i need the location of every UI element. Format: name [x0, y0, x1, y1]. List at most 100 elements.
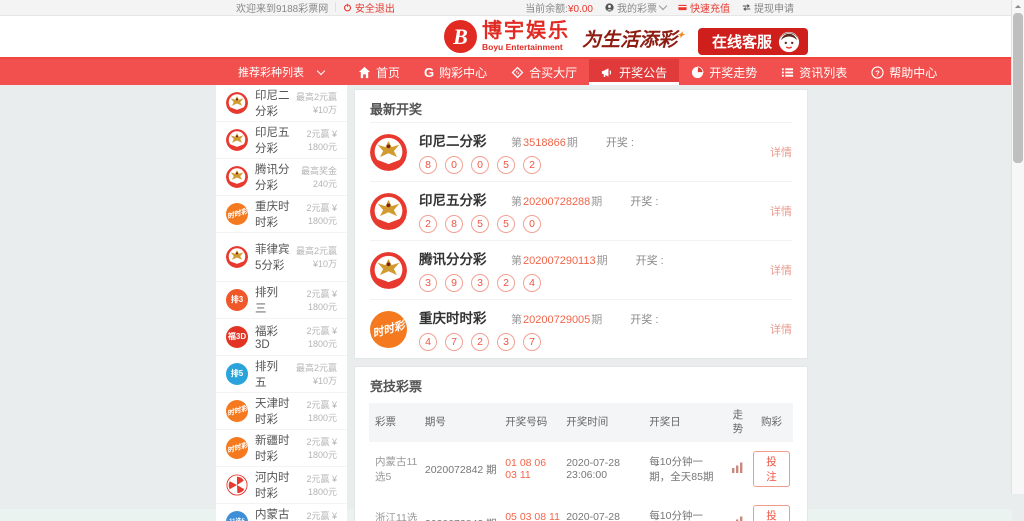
swap-arrows-icon	[742, 4, 751, 11]
logout-link[interactable]: 安全退出	[343, 0, 395, 15]
sidebar-item-xinjiang-ssc[interactable]: 时时彩 新疆时时彩 2元赢 ¥ 1800元	[216, 430, 347, 467]
customer-service-button[interactable]: 在线客服	[697, 28, 808, 55]
draw-balls: 3 9 3 2 4	[419, 274, 770, 292]
lottery-name: 河内时时彩	[255, 472, 290, 500]
detail-link[interactable]: 详情	[770, 321, 792, 337]
issue: 2020072842 期	[424, 463, 497, 476]
draw-balls: 2 8 5 5 0	[419, 215, 770, 233]
service-face-icon	[778, 31, 800, 52]
col-header: 期号	[421, 403, 503, 443]
issue-number: 202007290113	[523, 255, 596, 267]
lottery-name: 印尼二分彩	[255, 90, 290, 118]
lottery-list-dropdown[interactable]: 推荐彩种列表	[216, 59, 346, 85]
lottery-name: 内蒙古11选5	[255, 509, 290, 521]
table-row: 浙江11选5 2020072842 期 05 03 08 11 02 2020-…	[369, 496, 793, 521]
sports-table: 彩票 期号 开奖号码 开奖时间 开奖日 走势 购彩 内蒙古11选5 202007	[369, 403, 793, 521]
nav-item-draw-announcements[interactable]: 开奖公告	[589, 59, 680, 85]
trend-chart-icon[interactable]	[731, 462, 744, 474]
draw-balls: 8 0 0 5 2	[419, 156, 770, 174]
sports-lottery-panel: 竞技彩票 彩票 期号 开奖号码 开奖时间 开奖日 走势 购彩 内蒙古11选5 2…	[354, 366, 808, 521]
fucai3d-icon: 福3D	[226, 326, 248, 348]
nav-item-group-hall[interactable]: 合买大厅	[499, 59, 589, 85]
garuda-icon	[226, 92, 248, 114]
nav-item-news-list[interactable]: 资讯列表	[769, 59, 859, 85]
draw-name: 印尼二分彩	[419, 134, 487, 149]
brand-logo[interactable]: B 博宇娱乐 Boyu Entertainment 为生活添彩✦	[444, 20, 685, 53]
pie-chart-icon	[692, 66, 704, 78]
draw-numbers: 05 03 08 11 02	[505, 511, 560, 521]
ball: 8	[445, 215, 463, 233]
nav-item-buy-center[interactable]: G 购彩中心	[412, 59, 499, 85]
shishicai-icon: 时时彩	[370, 310, 407, 348]
chevron-down-icon	[658, 1, 668, 11]
sidebar-item-feilvbin5fen[interactable]: 菲律宾5分彩 最高2元赢 ¥10万	[216, 233, 347, 282]
brand-slogan: 为生活添彩✦	[582, 30, 685, 51]
lottery-prize: 2元赢 ¥ 1800元	[306, 289, 337, 312]
bet-button[interactable]: 投注	[753, 451, 790, 488]
ball: 2	[523, 156, 541, 174]
lottery-sidebar: 印尼二分彩 最高2元赢 ¥10万 印尼五分彩 2元赢 ¥ 1800元 腾讯分分彩…	[216, 85, 347, 521]
issue: 2020072842 期	[422, 496, 502, 521]
lottery-name[interactable]: 浙江11选5	[369, 496, 422, 521]
detail-link[interactable]: 详情	[770, 203, 792, 219]
draw-row: 印尼五分彩 第 20200728288 期 开奖 : 2 8 5 5 0 详情	[370, 181, 792, 240]
detail-link[interactable]: 详情	[770, 262, 792, 278]
ball: 3	[419, 274, 437, 292]
garuda-icon	[370, 133, 407, 171]
ball: 9	[445, 274, 463, 292]
col-header: 开奖时间	[563, 403, 647, 443]
detail-link[interactable]: 详情	[770, 144, 792, 160]
card-icon	[678, 4, 687, 11]
nav-item-home[interactable]: 首页	[346, 59, 412, 85]
lottery-prize: 2元赢 ¥ 1800元	[306, 326, 337, 349]
vertical-scrollbar[interactable]	[1011, 0, 1024, 494]
lottery-prize: 2元赢 ¥ 1800元	[306, 203, 337, 226]
ball: 0	[445, 156, 463, 174]
sidebar-item-henei-ssc[interactable]: 河内时时彩 2元赢 ¥ 1800元	[216, 467, 347, 504]
lottery-name[interactable]: 内蒙古11选5	[369, 442, 422, 496]
withdraw-link[interactable]: 提现申请	[742, 0, 794, 15]
my-tickets-menu[interactable]: 我的彩票	[605, 0, 668, 15]
sidebar-item-yinni2fen[interactable]: 印尼二分彩 最高2元赢 ¥10万	[216, 85, 347, 122]
ball: 5	[497, 156, 515, 174]
pailie5-icon: 排5	[226, 363, 248, 385]
garuda-icon	[226, 166, 248, 188]
sidebar-item-pailiesan[interactable]: 排3 排列三 2元赢 ¥ 1800元	[216, 282, 347, 319]
table-header-row: 彩票 期号 开奖号码 开奖时间 开奖日 走势 购彩	[369, 403, 793, 443]
site-header: B 博宇娱乐 Boyu Entertainment 为生活添彩✦ 在线客服	[0, 16, 1024, 59]
lottery-name: 天津时时彩	[255, 398, 290, 426]
ball: 7	[445, 333, 463, 351]
megaphone-icon	[602, 67, 612, 77]
scroll-up-arrow[interactable]	[1012, 0, 1024, 12]
draw-numbers: 01 08 06 03 11	[505, 457, 547, 482]
col-header: 开奖日	[646, 403, 726, 443]
brand-logo-icon: B	[444, 20, 477, 53]
draw-name: 重庆时时彩	[419, 311, 487, 326]
sidebar-item-tengxunfenfen[interactable]: 腾讯分分彩 最高奖金240元	[216, 159, 347, 196]
recharge-link[interactable]: 快速充值	[678, 0, 730, 15]
help-icon: ?	[871, 65, 884, 79]
sidebar-item-neimenggu-11x5[interactable]: 11选5 内蒙古11选5 2元赢 ¥ 1700元	[216, 504, 347, 521]
lottery-name: 排列三	[255, 287, 278, 315]
nav-item-help-center[interactable]: ? 帮助中心	[859, 59, 949, 85]
lottery-name: 印尼五分彩	[255, 127, 290, 155]
sidebar-item-yinni5fen[interactable]: 印尼五分彩 2元赢 ¥ 1800元	[216, 122, 347, 159]
trend-chart-icon[interactable]	[732, 516, 744, 521]
lottery-name: 重庆时时彩	[255, 201, 290, 229]
topbar: 欢迎来到9188彩票网 | 安全退出 当前余额:¥0.00 我的彩票 快速充值	[0, 0, 1024, 16]
pinwheel-icon	[226, 474, 248, 496]
sidebar-item-chongqing-ssc[interactable]: 时时彩 重庆时时彩 2元赢 ¥ 1800元	[216, 196, 347, 233]
bet-button[interactable]: 投注	[753, 505, 790, 521]
brand-name-cn: 博宇娱乐	[482, 20, 570, 43]
sidebar-item-tianjin-ssc[interactable]: 时时彩 天津时时彩 2元赢 ¥ 1800元	[216, 393, 347, 430]
user-icon	[605, 3, 614, 12]
ball: 4	[523, 274, 541, 292]
sparkle-icon: ✦	[677, 30, 685, 40]
sidebar-item-pailiewu[interactable]: 排5 排列五 最高2元赢 ¥10万	[216, 356, 347, 393]
draw-name: 印尼五分彩	[419, 193, 487, 208]
sidebar-item-fucai3d[interactable]: 福3D 福彩3D 2元赢 ¥ 1800元	[216, 319, 347, 356]
scrollbar-thumb[interactable]	[1013, 13, 1023, 163]
nav-item-trends[interactable]: 开奖走势	[679, 59, 769, 85]
ball: 3	[471, 274, 489, 292]
ball: 5	[471, 215, 489, 233]
